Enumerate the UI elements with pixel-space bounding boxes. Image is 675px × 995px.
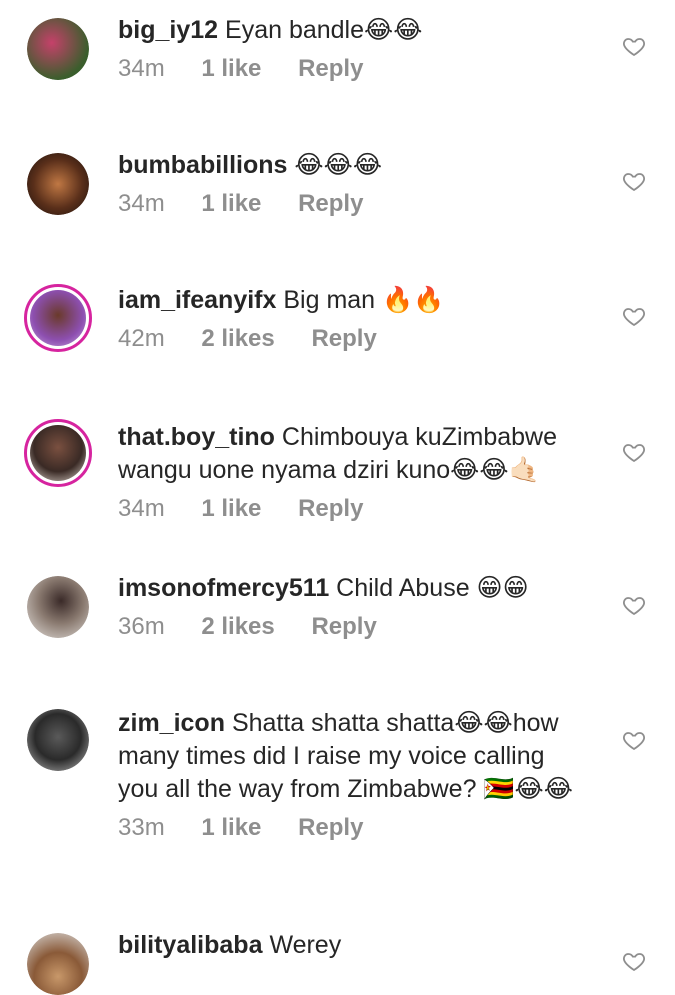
- username[interactable]: big_iy12: [118, 16, 218, 44]
- avatar[interactable]: [24, 419, 92, 487]
- heart-icon[interactable]: [622, 949, 646, 973]
- comment-text: imsonofmercy511 Child Abuse 😁😁: [118, 572, 588, 605]
- timestamp: 34m: [118, 55, 165, 82]
- heart-icon[interactable]: [622, 440, 646, 464]
- timestamp: 33m: [118, 814, 165, 841]
- reply-button[interactable]: Reply: [298, 814, 363, 841]
- comment-body: Big man 🔥🔥: [283, 286, 445, 314]
- username[interactable]: zim_icon: [118, 709, 225, 737]
- comment-text: iam_ifeanyifx Big man 🔥🔥: [118, 284, 588, 317]
- comment-text: big_iy12 Eyan bandle😂😂: [118, 14, 588, 47]
- username[interactable]: that.boy_tino: [118, 423, 275, 451]
- heart-icon[interactable]: [622, 34, 646, 58]
- comment-meta: 33m 1 like Reply: [118, 814, 588, 842]
- timestamp: 34m: [118, 190, 165, 217]
- like-count[interactable]: 1 like: [201, 190, 261, 217]
- reply-button[interactable]: Reply: [298, 190, 363, 217]
- heart-icon[interactable]: [622, 304, 646, 328]
- heart-icon[interactable]: [622, 728, 646, 752]
- timestamp: 34m: [118, 495, 165, 522]
- comment-text: bilityalibaba Werey: [118, 929, 588, 962]
- comment-meta: 36m 2 likes Reply: [118, 613, 588, 641]
- comment-meta: 42m 2 likes Reply: [118, 325, 588, 353]
- comment-body: 😂😂😂: [294, 151, 383, 179]
- comment-meta: 34m 1 like Reply: [118, 55, 588, 83]
- avatar[interactable]: [27, 153, 89, 215]
- timestamp: 42m: [118, 325, 165, 352]
- reply-button[interactable]: Reply: [298, 495, 363, 522]
- comment-text: that.boy_tino Chimbouya kuZimbabwe wangu…: [118, 421, 588, 487]
- reply-button[interactable]: Reply: [311, 613, 376, 640]
- like-count[interactable]: 2 likes: [201, 613, 274, 640]
- like-count[interactable]: 1 like: [201, 55, 261, 82]
- comment-body: Eyan bandle😂😂: [225, 16, 423, 44]
- heart-icon[interactable]: [622, 593, 646, 617]
- timestamp: 36m: [118, 613, 165, 640]
- comment-meta: 34m 1 like Reply: [118, 495, 588, 523]
- like-count[interactable]: 1 like: [201, 495, 261, 522]
- reply-button[interactable]: Reply: [298, 55, 363, 82]
- username[interactable]: imsonofmercy511: [118, 574, 329, 602]
- like-count[interactable]: 1 like: [201, 814, 261, 841]
- comment-text: bumbabillions 😂😂😂: [118, 149, 588, 182]
- comment-body: Child Abuse 😁😁: [336, 574, 529, 602]
- comment-body: Werey: [269, 931, 342, 959]
- username[interactable]: iam_ifeanyifx: [118, 286, 276, 314]
- heart-icon[interactable]: [622, 169, 646, 193]
- avatar[interactable]: [27, 933, 89, 995]
- username[interactable]: bilityalibaba: [118, 931, 262, 959]
- avatar[interactable]: [24, 284, 92, 352]
- avatar[interactable]: [27, 709, 89, 771]
- avatar[interactable]: [27, 18, 89, 80]
- comment-text: zim_icon Shatta shatta shatta😂😂how many …: [118, 707, 588, 806]
- username[interactable]: bumbabillions: [118, 151, 287, 179]
- comment-meta: 34m 1 like Reply: [118, 190, 588, 218]
- like-count[interactable]: 2 likes: [201, 325, 274, 352]
- avatar[interactable]: [27, 576, 89, 638]
- reply-button[interactable]: Reply: [311, 325, 376, 352]
